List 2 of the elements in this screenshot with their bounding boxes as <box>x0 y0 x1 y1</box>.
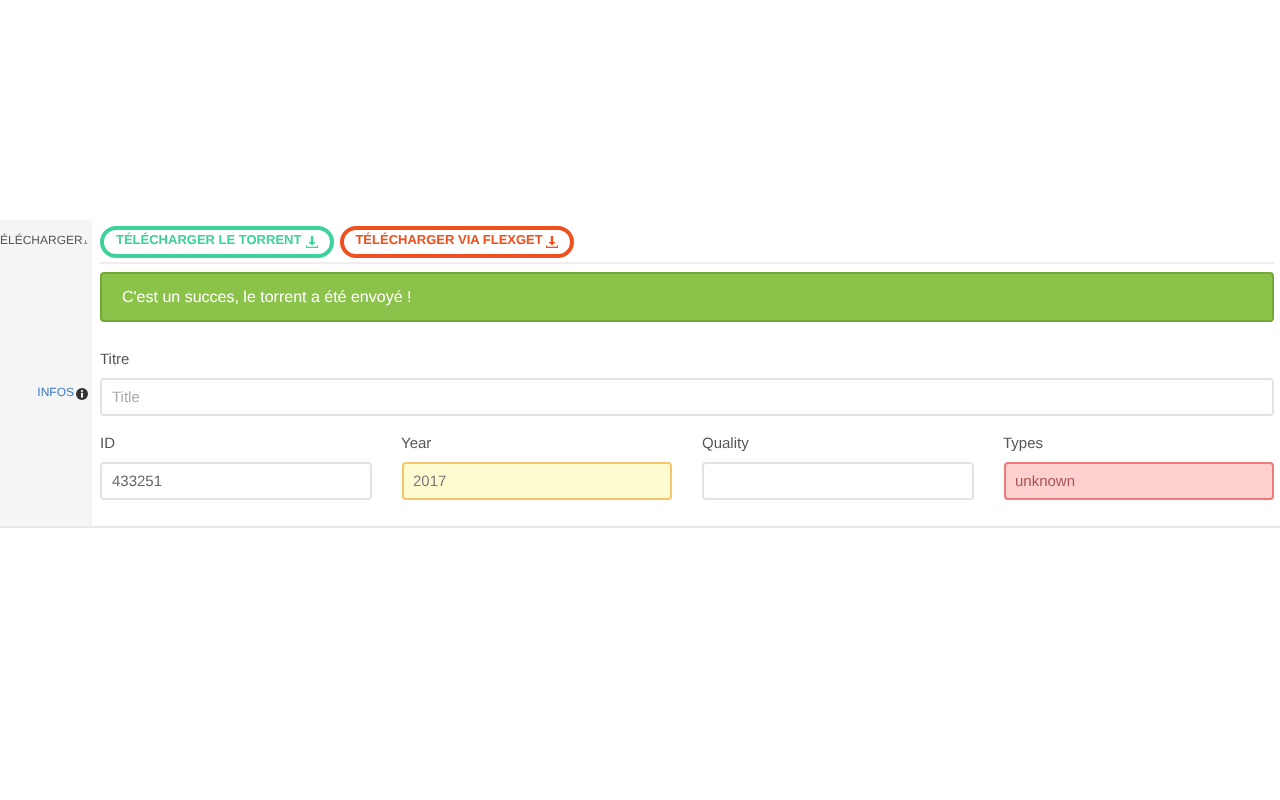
success-alert: C'est un succes, le torrent a été envoyé ! <box>100 272 1274 322</box>
text-field[interactable] <box>702 461 973 499</box>
